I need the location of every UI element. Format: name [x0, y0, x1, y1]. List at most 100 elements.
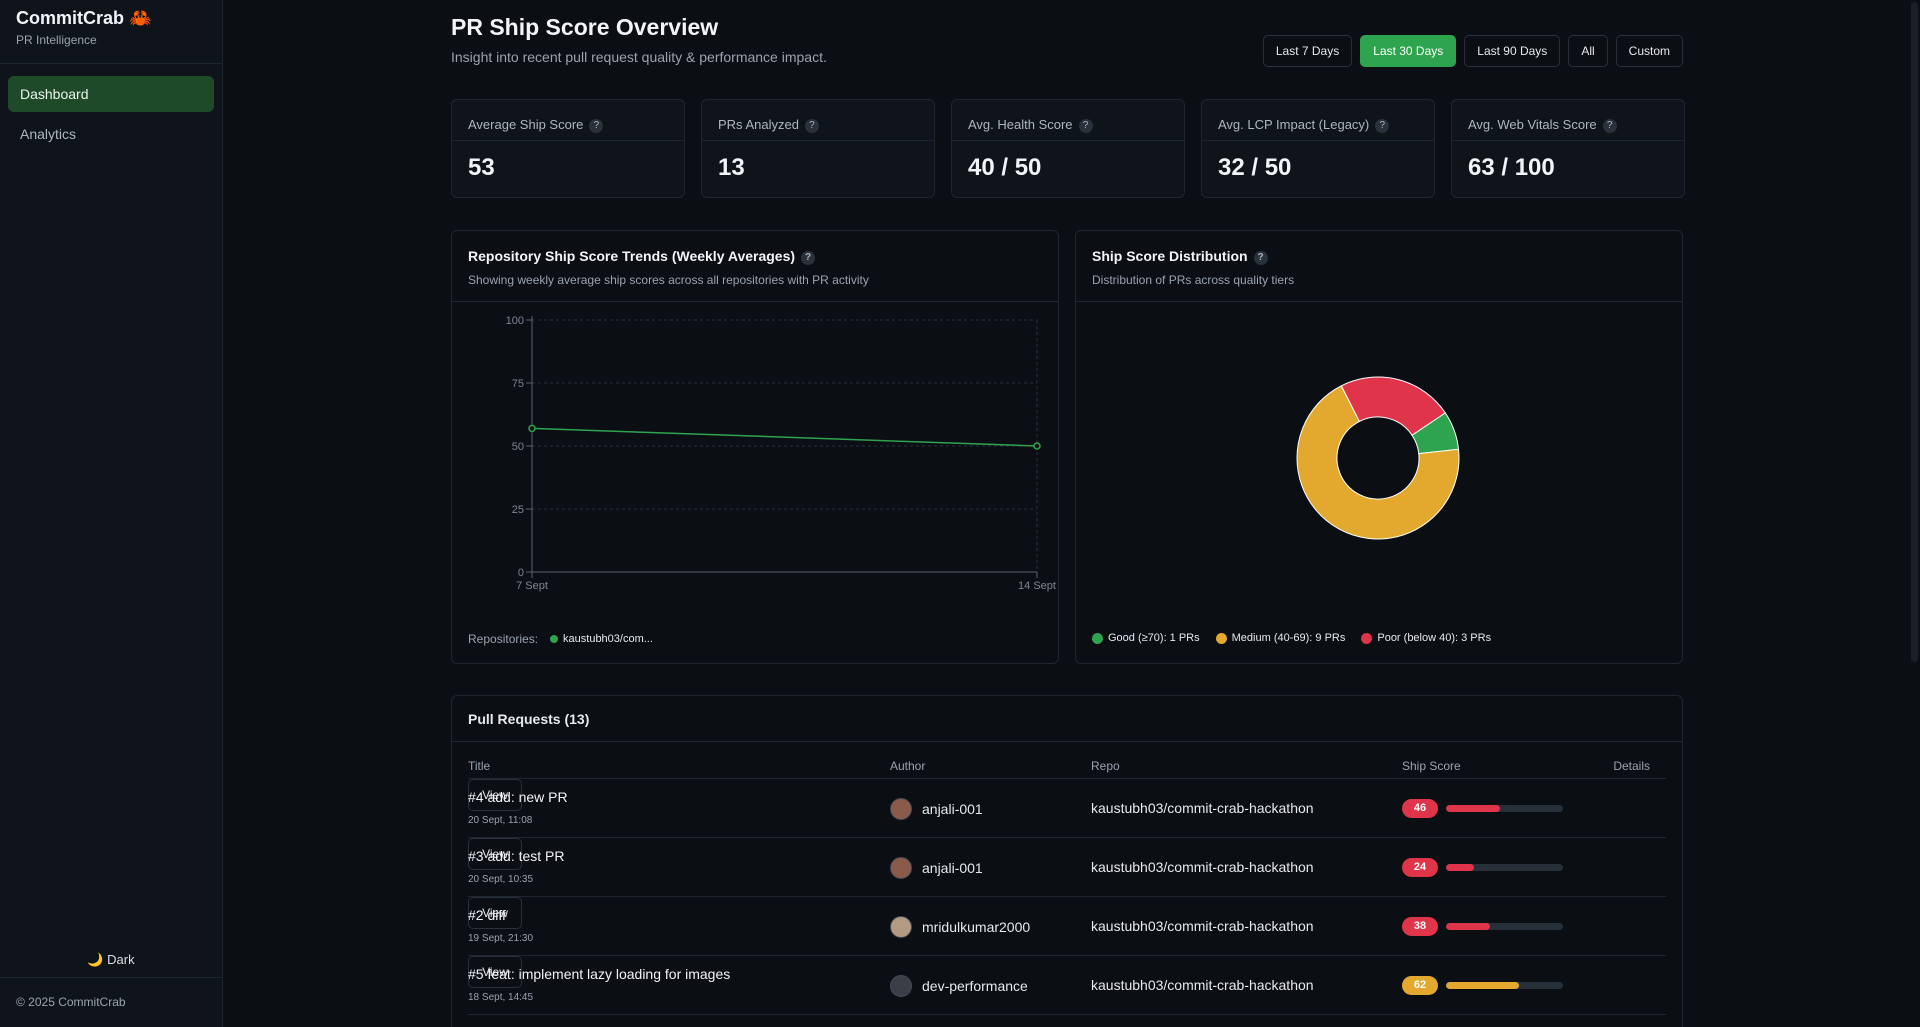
ship-score-badge: 46	[1402, 799, 1438, 818]
ship-score-bar-fill	[1446, 923, 1491, 930]
range-last-7-days-button[interactable]: Last 7 Days	[1262, 35, 1353, 67]
ship-score-badge: 62	[1402, 976, 1438, 995]
pr-title[interactable]: #5 feat: implement lazy loading for imag…	[468, 966, 730, 982]
legend-item-poor[interactable]: Poor (below 40): 3 PRs	[1361, 632, 1491, 644]
range-custom-button[interactable]: Custom	[1615, 35, 1683, 67]
table-row[interactable]: #3 add: test PR 20 Sept, 10:35 anjali-001 k…	[468, 838, 1666, 897]
stat-value: 13	[718, 154, 745, 181]
legend-item-good[interactable]: Good (≥70): 1 PRs	[1092, 632, 1200, 644]
pr-date: 18 Sept, 14:45	[468, 992, 534, 1003]
ship-score-bar-fill	[1446, 864, 1475, 871]
help-icon[interactable]: ?	[801, 251, 816, 265]
avatar	[890, 798, 912, 820]
legend-label: Repositories:	[468, 632, 539, 646]
legend-swatch	[1361, 632, 1373, 644]
table-row[interactable]: #5 feat: implement lazy loading for imag…	[468, 956, 1666, 1015]
range-all-button[interactable]: All	[1568, 35, 1608, 67]
legend-label: Good (≥70): 1 PRs	[1108, 632, 1200, 644]
stat-label: Avg. Web Vitals Score	[1468, 117, 1597, 132]
brand-title[interactable]: CommitCrab 🦀	[16, 8, 206, 29]
brand-subtitle: PR Intelligence	[16, 33, 97, 47]
theme-toggle-button[interactable]: 🌙 Dark	[0, 952, 222, 968]
ship-score-bar	[1446, 805, 1563, 812]
ship-score: 38	[1402, 917, 1563, 936]
pr-title[interactable]: #2 diff	[468, 907, 506, 923]
column-header-title: Title	[468, 759, 491, 773]
x-tick-label: 14 Sept	[1018, 580, 1056, 592]
help-icon[interactable]: ?	[1375, 119, 1390, 133]
column-header-ship-score: Ship Score	[1402, 759, 1461, 773]
stat-card-prs-analyzed: PRs Analyzed? 13	[701, 99, 935, 198]
pr-title[interactable]: #3 add: test PR	[468, 848, 565, 864]
stat-card-avg-lcp-impact: Avg. LCP Impact (Legacy)? 32 / 50	[1201, 99, 1435, 198]
help-icon[interactable]: ?	[1602, 119, 1617, 133]
table-header: Title Author Repo Ship Score Details	[468, 759, 1666, 779]
pull-requests-panel: Pull Requests (13) Title Author Repo Shi…	[451, 695, 1683, 1027]
page-subtitle: Insight into recent pull request quality…	[451, 49, 827, 65]
avatar	[890, 975, 912, 997]
ship-score: 24	[1402, 858, 1563, 877]
help-icon[interactable]: ?	[1253, 251, 1268, 265]
legend-swatch	[1215, 632, 1227, 644]
ship-score-bar-fill	[1446, 805, 1500, 812]
trends-title: Repository Ship Score Trends (Weekly Ave…	[468, 248, 796, 264]
ship-score-bar	[1446, 923, 1563, 930]
range-last-90-days-button[interactable]: Last 90 Days	[1464, 35, 1561, 67]
stat-label: Average Ship Score	[468, 117, 584, 132]
stat-value: 53	[468, 154, 495, 181]
stat-value: 32 / 50	[1218, 154, 1292, 181]
data-point	[1033, 442, 1041, 450]
help-icon[interactable]: ?	[589, 119, 604, 133]
trends-subtitle: Showing weekly average ship scores acros…	[468, 273, 869, 287]
stat-label: Avg. LCP Impact (Legacy)	[1218, 117, 1370, 132]
range-last-30-days-button[interactable]: Last 30 Days	[1360, 35, 1457, 67]
help-icon[interactable]: ?	[1078, 119, 1093, 133]
y-tick-label: 0	[518, 567, 524, 579]
distribution-subtitle: Distribution of PRs across quality tiers	[1092, 273, 1295, 287]
sidebar: CommitCrab 🦀 PR Intelligence Dashboard A…	[0, 0, 223, 1027]
table-row[interactable]: #4 add: new PR 20 Sept, 11:08 anjali-001 ka…	[468, 779, 1666, 838]
avatar	[890, 916, 912, 938]
ship-score-bar	[1446, 982, 1563, 989]
series-line	[531, 427, 1038, 447]
legend-item-medium[interactable]: Medium (40-69): 9 PRs	[1215, 632, 1346, 644]
page-scrollbar[interactable]	[1909, 0, 1920, 1027]
table-row[interactable]: #2 diff 19 Sept, 21:30 mridulkumar2000 kaus…	[468, 897, 1666, 956]
legend-label: Medium (40-69): 9 PRs	[1231, 632, 1346, 644]
pr-date: 19 Sept, 21:30	[468, 933, 534, 944]
sidebar-item-dashboard[interactable]: Dashboard	[8, 76, 214, 112]
stat-value: 40 / 50	[968, 154, 1042, 181]
x-tick-label: 7 Sept	[516, 580, 548, 592]
data-point	[528, 424, 536, 433]
sidebar-item-analytics[interactable]: Analytics	[8, 116, 214, 152]
pr-title[interactable]: #4 add: new PR	[468, 789, 568, 805]
help-icon[interactable]: ?	[804, 119, 819, 133]
pr-repo: kaustubh03/commit-crab-hackathon	[1091, 800, 1314, 816]
y-tick-label: 100	[506, 315, 524, 327]
trends-legend: Repositories: kaustubh03/com...	[468, 632, 653, 646]
author-name: mridulkumar2000	[922, 919, 1031, 935]
brand: CommitCrab 🦀 PR Intelligence	[0, 0, 222, 64]
trends-panel: Repository Ship Score Trends (Weekly Ave…	[451, 230, 1059, 664]
legend-repo-label: kaustubh03/com...	[563, 633, 653, 645]
ship-score-badge: 38	[1402, 917, 1438, 936]
author-name: anjali-001	[922, 860, 983, 876]
distribution-panel: Ship Score Distribution? Distribution of…	[1075, 230, 1683, 664]
page-title: PR Ship Score Overview	[451, 14, 719, 40]
trend-line-chart: 0 25 50 75 100 7 Sept 14 Sept	[506, 315, 1056, 592]
sidebar-footer: © 2025 CommitCrab	[0, 977, 222, 1027]
date-range-selector: Last 7 Days Last 30 Days Last 90 Days Al…	[1262, 35, 1683, 67]
stat-card-avg-health-score: Avg. Health Score? 40 / 50	[951, 99, 1185, 198]
stat-value: 63 / 100	[1468, 154, 1555, 181]
legend-swatch	[550, 635, 559, 643]
table-body: #4 add: new PR 20 Sept, 11:08 anjali-001 ka…	[468, 779, 1666, 1015]
stat-card-avg-web-vitals-score: Avg. Web Vitals Score? 63 / 100	[1451, 99, 1685, 198]
ship-score: 46	[1402, 799, 1563, 818]
scrollbar-thumb[interactable]	[1911, 2, 1918, 662]
pr-author: mridulkumar2000	[890, 916, 1030, 938]
ship-score-bar	[1446, 864, 1563, 871]
distribution-title: Ship Score Distribution	[1092, 248, 1248, 264]
pr-repo: kaustubh03/commit-crab-hackathon	[1091, 977, 1314, 993]
legend-item[interactable]: kaustubh03/com...	[550, 633, 653, 645]
stats-row: Average Ship Score? 53 PRs Analyzed? 13 …	[451, 99, 1685, 198]
